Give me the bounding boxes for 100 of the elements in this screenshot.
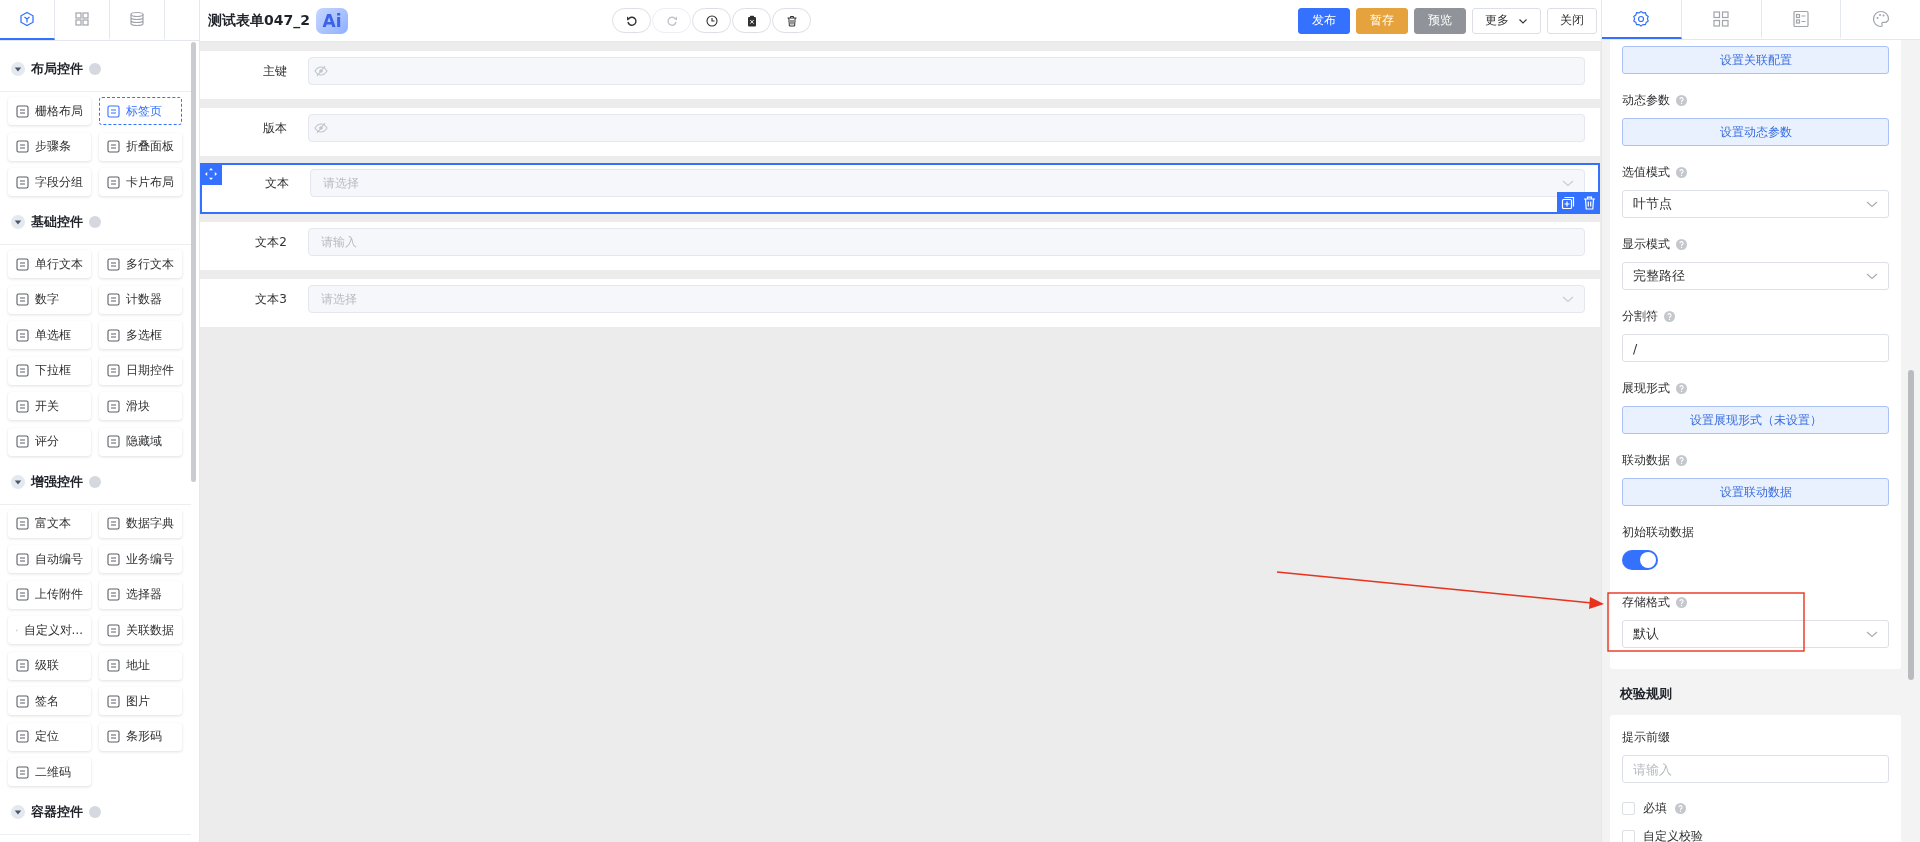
select-field[interactable]: 完整路径 (1622, 262, 1890, 290)
section-title: 布局控件 (31, 60, 83, 78)
component-item[interactable]: 标签页 (99, 97, 182, 125)
chevron-down-icon (1865, 271, 1880, 281)
component-item[interactable]: 数据字典 (99, 509, 182, 538)
input-field[interactable]: / (1622, 334, 1890, 362)
caret-icon[interactable] (11, 215, 25, 229)
component-item[interactable]: 自定义对… (8, 616, 91, 644)
toolbar-button[interactable]: 关闭 (1547, 7, 1597, 34)
form-row[interactable]: 文本 请选择 (200, 163, 1600, 214)
form-icon (1791, 9, 1810, 28)
panel-tab[interactable] (0, 0, 55, 40)
help-icon (89, 63, 101, 75)
property-label: 选值模式 (1622, 163, 1670, 181)
clock-icon (705, 14, 718, 27)
eye-off-icon (314, 65, 328, 77)
form-row[interactable]: 主键 (200, 51, 1600, 99)
help-icon (89, 216, 101, 228)
component-item[interactable]: 地址 (99, 651, 182, 680)
component-item[interactable]: 折叠面板 (99, 132, 182, 161)
field-label: 主键 (262, 63, 288, 80)
settings-icon (1632, 9, 1651, 28)
database-icon (129, 11, 145, 27)
component-item[interactable]: 数字 (8, 285, 91, 314)
clipboard-x-icon (745, 14, 758, 27)
input-field[interactable]: 请输入 (1622, 755, 1890, 783)
help-icon (1676, 596, 1687, 608)
component-item[interactable]: 级联 (8, 651, 91, 680)
component-item[interactable]: 业务编号 (99, 545, 182, 573)
toolbar-button[interactable]: 发布 (1298, 7, 1350, 34)
component-item[interactable]: 单行文本 (8, 250, 91, 278)
component-item[interactable]: 签名 (8, 687, 91, 715)
component-item[interactable]: 栅格布局 (8, 97, 91, 125)
select-field[interactable]: 请选择 (310, 169, 1585, 197)
drag-handle[interactable] (200, 163, 222, 185)
component-item[interactable]: 富文本 (8, 509, 91, 538)
component-item[interactable]: 关联数据 (99, 616, 182, 644)
scrollbar[interactable] (1908, 370, 1915, 680)
select-field[interactable]: 叶节点 (1622, 190, 1890, 218)
delete-icon (1583, 196, 1596, 210)
group-title: 校验规则 (1619, 685, 1673, 703)
select-field[interactable]: 默认 (1622, 620, 1890, 648)
clear-button[interactable] (732, 8, 771, 33)
form-row[interactable]: 文本3 请选择 (200, 279, 1600, 327)
caret-icon[interactable] (11, 805, 25, 819)
toggle-switch[interactable] (1622, 550, 1658, 570)
help-icon (1676, 238, 1687, 250)
component-item[interactable]: 开关 (8, 392, 91, 420)
hidden-field[interactable] (308, 114, 1585, 142)
help-icon (89, 806, 101, 818)
help-icon (1676, 454, 1687, 466)
toolbar-button[interactable]: 更多 (1472, 7, 1541, 34)
checkbox-label: 必填 (1643, 799, 1667, 817)
component-item[interactable]: 步骤条 (8, 132, 91, 161)
undo-button[interactable] (612, 8, 651, 33)
component-item[interactable]: 定位 (8, 722, 91, 751)
component-item[interactable]: 条形码 (99, 722, 182, 751)
component-item[interactable]: 滑块 (99, 392, 182, 420)
settings-button[interactable]: 设置联动数据 (1622, 478, 1890, 506)
component-item[interactable]: 选择器 (99, 580, 182, 609)
property-label: 显示模式 (1622, 235, 1670, 253)
property-label: 初始联动数据 (1622, 523, 1694, 541)
caret-icon[interactable] (11, 62, 25, 76)
settings-button[interactable]: 设置关联配置 (1622, 46, 1890, 74)
checkbox[interactable] (1622, 801, 1635, 815)
form-row[interactable]: 版本 (200, 108, 1600, 156)
chevron-down-icon (1561, 294, 1575, 304)
component-item[interactable]: 自动编号 (8, 545, 91, 573)
component-item[interactable]: 二维码 (8, 758, 91, 786)
component-item[interactable]: 上传附件 (8, 580, 91, 609)
help-icon (1675, 802, 1686, 814)
scrollbar[interactable] (191, 42, 196, 482)
field-label: 文本 (264, 175, 290, 192)
history-button[interactable] (692, 8, 731, 33)
component-item[interactable]: 下拉框 (8, 356, 91, 385)
component-item[interactable]: 评分 (8, 427, 91, 456)
component-item[interactable]: 单选框 (8, 321, 91, 349)
section-title: 容器控件 (31, 803, 83, 821)
component-item[interactable]: 多行文本 (99, 250, 182, 278)
checkbox[interactable] (1622, 829, 1635, 842)
component-item[interactable]: 图片 (99, 687, 182, 715)
component-item[interactable]: 隐藏域 (99, 427, 182, 456)
select-field[interactable]: 请选择 (308, 285, 1585, 313)
field-label: 文本3 (254, 291, 288, 308)
component-item[interactable]: 日期控件 (99, 356, 182, 385)
chevron-down-icon (1865, 629, 1880, 639)
component-item[interactable]: 卡片布局 (99, 168, 182, 196)
settings-button[interactable]: 设置动态参数 (1622, 118, 1890, 146)
field-label: 文本2 (254, 234, 288, 251)
section-title: 基础控件 (31, 213, 83, 231)
hidden-field[interactable] (308, 57, 1585, 85)
help-icon (1664, 310, 1675, 322)
help-icon (1676, 94, 1687, 106)
component-item[interactable]: 多选框 (99, 321, 182, 349)
panel-tab[interactable] (1602, 0, 1682, 39)
settings-button[interactable]: 设置展现形式（未设置） (1622, 406, 1890, 434)
delete-button[interactable] (772, 8, 811, 33)
caret-icon[interactable] (11, 474, 25, 489)
component-item[interactable]: 字段分组 (8, 168, 91, 196)
component-item[interactable]: 计数器 (99, 285, 182, 314)
